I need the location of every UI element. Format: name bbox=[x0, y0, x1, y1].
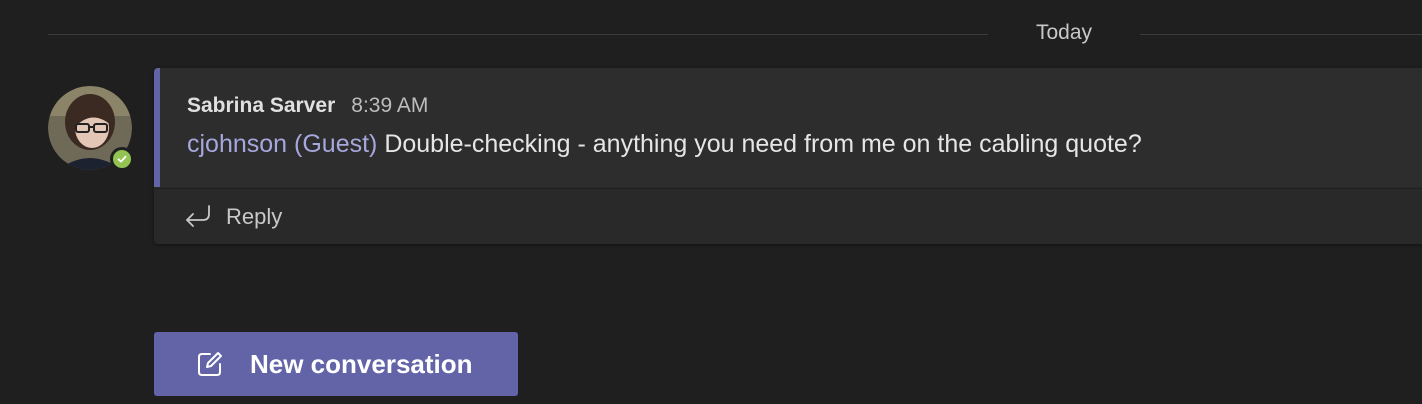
date-divider-label: Today bbox=[1035, 21, 1093, 44]
message-timestamp: 8:39 AM bbox=[351, 94, 429, 117]
date-divider: Today bbox=[0, 18, 1422, 52]
checkmark-icon bbox=[117, 155, 127, 163]
message-card[interactable]: Sabrina Sarver 8:39 AM cjohnson (Guest) D… bbox=[154, 68, 1422, 244]
reply-arrow-icon bbox=[186, 205, 210, 227]
compose-icon bbox=[198, 352, 222, 376]
reply-label: Reply bbox=[226, 204, 283, 229]
author-name[interactable]: Sabrina Sarver bbox=[187, 94, 335, 117]
new-conversation-label: New conversation bbox=[250, 349, 473, 379]
reply-button[interactable]: Reply bbox=[154, 188, 1422, 244]
divider-line-right bbox=[1140, 34, 1422, 35]
message-header: Sabrina Sarver 8:39 AM bbox=[187, 94, 428, 118]
new-conversation-button[interactable]: New conversation bbox=[154, 332, 518, 396]
message-text: cjohnson (Guest) Double-checking - anyth… bbox=[187, 130, 1142, 159]
divider-line-left bbox=[48, 34, 988, 35]
presence-status-badge bbox=[110, 147, 134, 171]
mention-link[interactable]: cjohnson (Guest) bbox=[187, 130, 377, 158]
message-body: Sabrina Sarver 8:39 AM cjohnson (Guest) D… bbox=[154, 68, 1422, 187]
message-content: Double-checking - anything you need from… bbox=[377, 130, 1142, 158]
